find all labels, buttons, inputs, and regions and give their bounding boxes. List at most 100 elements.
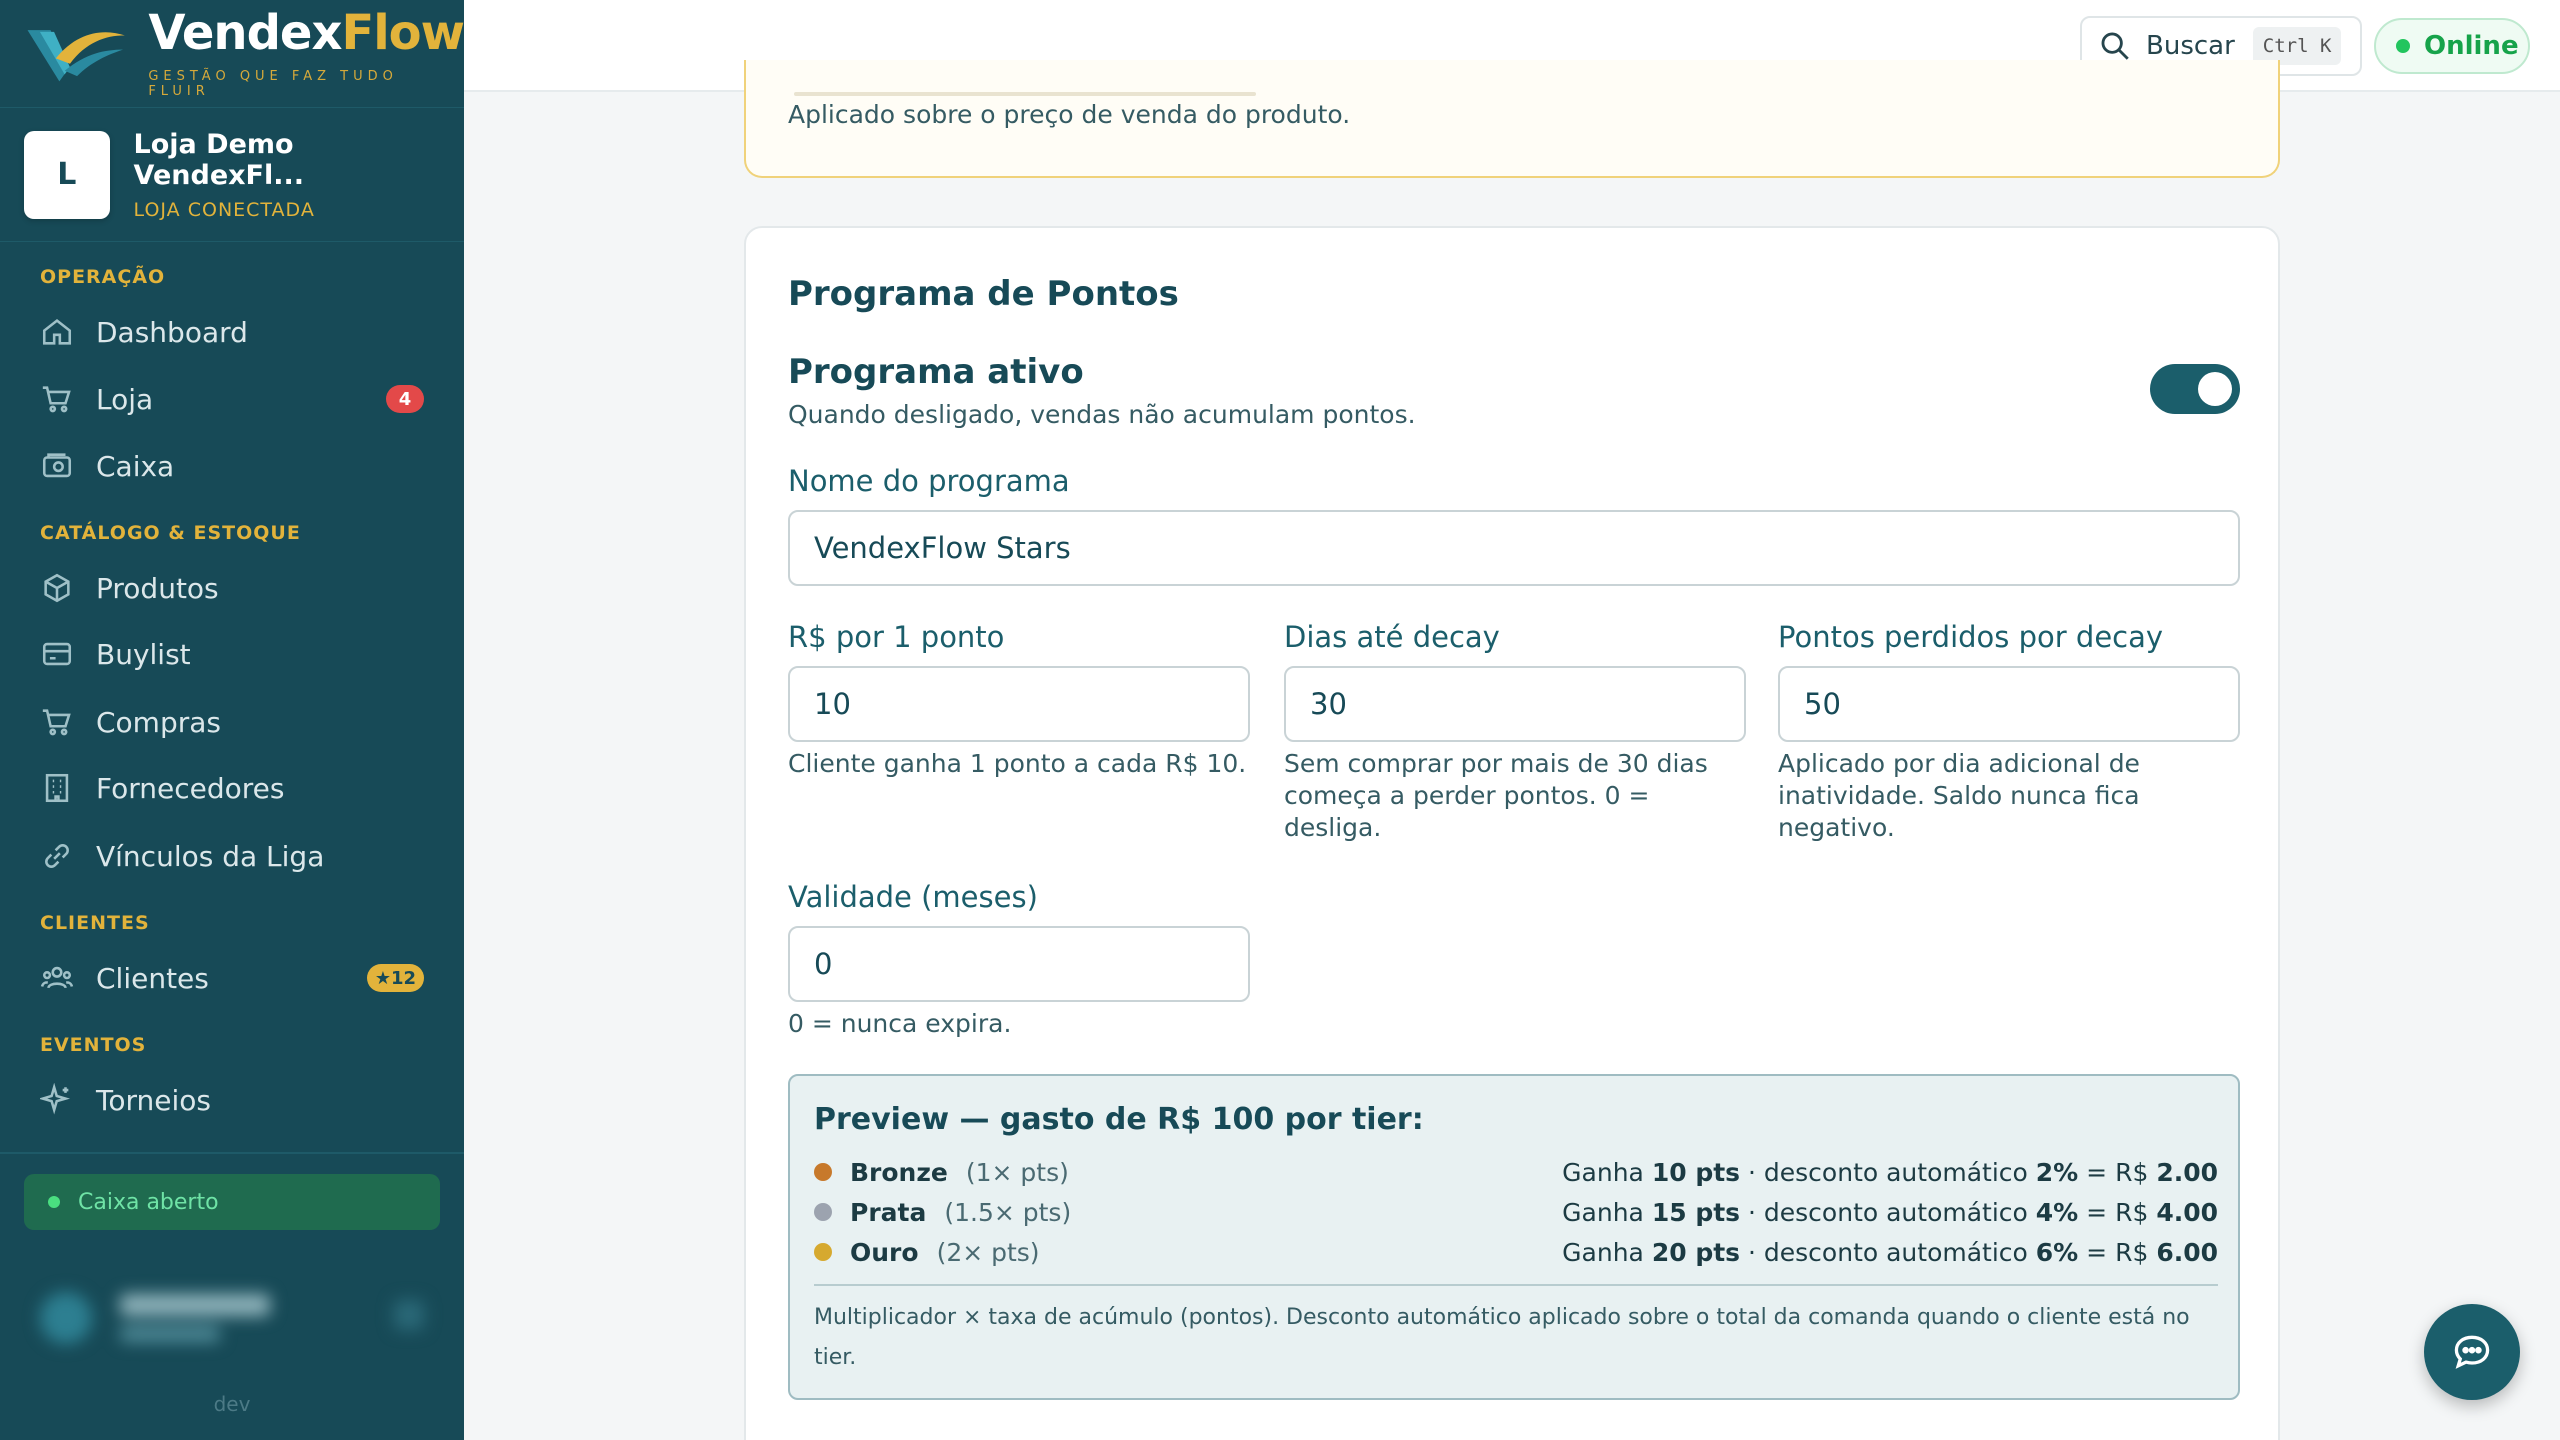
decay-days-hint: Sem comprar por mais de 30 dias começa a… bbox=[1284, 749, 1708, 842]
sidebar-item-label: Clientes bbox=[96, 961, 209, 995]
cash-status-label: Caixa aberto bbox=[78, 1189, 219, 1215]
sidebar-item-produtos[interactable]: Produtos bbox=[40, 562, 424, 614]
status-dot bbox=[48, 1196, 60, 1208]
online-status-label: Online bbox=[2424, 31, 2519, 61]
tier-name: Bronze bbox=[850, 1157, 948, 1187]
brand-logo-icon bbox=[27, 29, 125, 81]
decay-points-hint: Aplicado por dia adicional de inatividad… bbox=[1778, 749, 2140, 842]
store-name: Loja Demo VendexFl... bbox=[133, 128, 305, 191]
preview-divider bbox=[814, 1284, 2218, 1286]
validity-label: Validade (meses) bbox=[788, 880, 1038, 914]
preview-footnote: Multiplicador × taxa de acúmulo (pontos)… bbox=[814, 1305, 2190, 1370]
sidebar-item-label: Compras bbox=[96, 705, 221, 739]
status-dot bbox=[2396, 39, 2410, 53]
online-status-badge: Online bbox=[2374, 18, 2530, 74]
tier-summary: Ganha 15 pts · desconto automático 4% = … bbox=[1562, 1197, 2218, 1227]
rate-label: R$ por 1 ponto bbox=[788, 620, 1005, 654]
discount-card: Aplicado sobre o preço de venda do produ… bbox=[744, 60, 2280, 178]
sidebar-item-label: Vínculos da Liga bbox=[96, 839, 325, 873]
validity-hint: 0 = nunca expira. bbox=[788, 1009, 1012, 1038]
sidebar-item-clientes[interactable]: Clientes ★12 bbox=[40, 952, 424, 1004]
card-title: Programa de Pontos bbox=[788, 274, 1179, 314]
program-active-title: Programa ativo bbox=[788, 352, 1084, 392]
discount-hint: Aplicado sobre o preço de venda do produ… bbox=[788, 100, 1351, 129]
decay-points-label: Pontos perdidos por decay bbox=[1778, 620, 2164, 654]
sidebar-item-label: Dashboard bbox=[96, 315, 248, 349]
nav-section-eventos: EVENTOS bbox=[40, 1034, 147, 1056]
toggle-knob bbox=[2198, 372, 2232, 406]
chat-button[interactable] bbox=[2424, 1304, 2520, 1400]
nav-section-clientes: CLIENTES bbox=[40, 912, 150, 934]
decay-days-label: Dias até decay bbox=[1284, 620, 1500, 654]
validity-input[interactable]: 0 bbox=[788, 926, 1250, 1002]
decay-points-input[interactable]: 50 bbox=[1778, 666, 2240, 742]
tier-summary: Ganha 10 pts · desconto automático 2% = … bbox=[1562, 1157, 2218, 1187]
sidebar-item-label: Torneios bbox=[96, 1083, 211, 1117]
sidebar-item-torneios[interactable]: Torneios bbox=[40, 1074, 424, 1126]
tier-multiplier: (1× pts) bbox=[965, 1157, 1069, 1187]
sidebar-item-loja[interactable]: Loja 4 bbox=[40, 373, 424, 425]
card-icon bbox=[42, 642, 72, 666]
chat-icon bbox=[2454, 1335, 2490, 1369]
tier-row-bronze: Bronze (1× pts) Ganha 10 pts · desconto … bbox=[814, 1152, 2218, 1192]
input-bottom-edge bbox=[794, 92, 1256, 96]
decay-days-input[interactable]: 30 bbox=[1284, 666, 1746, 742]
environment-label: dev bbox=[213, 1392, 251, 1416]
tier-name: Prata bbox=[850, 1197, 927, 1227]
box-icon bbox=[44, 573, 70, 603]
program-active-description: Quando desligado, vendas não acumulam po… bbox=[788, 400, 1416, 429]
store-switcher[interactable]: L Loja Demo VendexFl... LOJA CONECTADA bbox=[0, 108, 464, 242]
search-icon bbox=[2101, 32, 2129, 60]
nav-section-operacao: OPERAÇÃO bbox=[40, 266, 166, 288]
cash-register-icon bbox=[42, 453, 72, 478]
sidebar-item-compras[interactable]: Compras bbox=[40, 696, 424, 748]
tier-multiplier: (1.5× pts) bbox=[944, 1197, 1072, 1227]
tier-row-prata: Prata (1.5× pts) Ganha 15 pts · desconto… bbox=[814, 1192, 2218, 1232]
points-program-card: Programa de Pontos Programa ativo Quando… bbox=[744, 226, 2280, 1440]
sidebar-item-caixa[interactable]: Caixa bbox=[40, 440, 424, 492]
notification-badge: 4 bbox=[386, 385, 424, 413]
cart-icon bbox=[42, 386, 71, 413]
cart-icon bbox=[42, 709, 71, 736]
rate-input[interactable]: 10 bbox=[788, 666, 1250, 742]
brand-tagline: GESTÃO QUE FAZ TUDO FLUIR bbox=[148, 68, 398, 99]
sidebar-item-label: Fornecedores bbox=[96, 771, 285, 805]
count-badge: ★12 bbox=[366, 964, 424, 992]
tier-preview: Preview — gasto de R$ 100 por tier: Bron… bbox=[788, 1074, 2240, 1400]
sidebar-item-label: Produtos bbox=[96, 571, 219, 605]
tier-name: Ouro bbox=[850, 1237, 919, 1267]
brand: VendexFlow GESTÃO QUE FAZ TUDO FLUIR bbox=[0, 0, 465, 108]
home-icon bbox=[42, 319, 72, 345]
building-icon bbox=[45, 773, 69, 803]
search-label: Buscar bbox=[2146, 31, 2235, 61]
tier-color-dot bbox=[814, 1243, 832, 1261]
rate-hint: Cliente ganha 1 ponto a cada R$ 10. bbox=[788, 749, 1247, 778]
tier-multiplier: (2× pts) bbox=[936, 1237, 1040, 1267]
tier-color-dot bbox=[814, 1203, 832, 1221]
sidebar-item-vinculos[interactable]: Vínculos da Liga bbox=[40, 830, 424, 882]
sidebar-divider bbox=[0, 1152, 464, 1154]
store-avatar: L bbox=[24, 130, 110, 219]
program-active-toggle[interactable] bbox=[2150, 364, 2240, 414]
sidebar-item-buylist[interactable]: Buylist bbox=[40, 628, 424, 680]
sidebar-item-label: Buylist bbox=[96, 637, 191, 671]
cash-status-indicator[interactable]: Caixa aberto bbox=[24, 1174, 440, 1230]
nav-section-catalogo: CATÁLOGO & ESTOQUE bbox=[40, 522, 301, 544]
sparkles-icon bbox=[40, 1083, 71, 1115]
preview-title: Preview — gasto de R$ 100 por tier: bbox=[814, 1102, 1424, 1137]
tier-summary: Ganha 20 pts · desconto automático 6% = … bbox=[1562, 1237, 2218, 1267]
sidebar-item-label: Caixa bbox=[96, 449, 175, 483]
users-icon bbox=[40, 966, 74, 989]
program-name-input[interactable]: VendexFlow Stars bbox=[788, 510, 2240, 586]
brand-name: VendexFlow bbox=[148, 4, 465, 61]
sidebar: VendexFlow GESTÃO QUE FAZ TUDO FLUIR L L… bbox=[0, 0, 465, 1440]
program-name-label: Nome do programa bbox=[788, 464, 1070, 498]
sidebar-item-dashboard[interactable]: Dashboard bbox=[40, 306, 424, 358]
sidebar-item-label: Loja bbox=[96, 382, 154, 416]
store-status: LOJA CONECTADA bbox=[133, 198, 315, 221]
sidebar-item-fornecedores[interactable]: Fornecedores bbox=[40, 762, 424, 814]
tier-row-ouro: Ouro (2× pts) Ganha 20 pts · desconto au… bbox=[814, 1232, 2218, 1272]
tier-color-dot bbox=[814, 1163, 832, 1181]
link-icon bbox=[45, 844, 69, 868]
user-profile[interactable] bbox=[24, 1270, 444, 1360]
